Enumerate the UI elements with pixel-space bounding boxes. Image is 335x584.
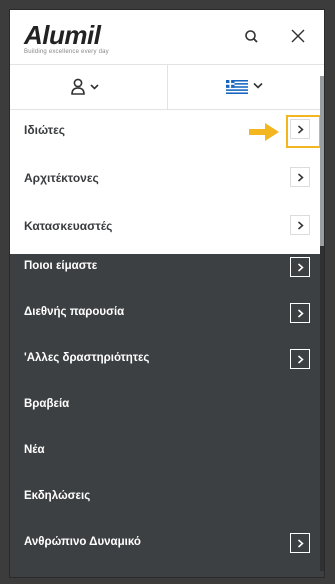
menu-item-architects[interactable]: Αρχιτέκτονες	[10, 158, 324, 202]
submenu-arrow-button[interactable]	[290, 257, 310, 277]
menu-item-human-resources[interactable]: Ανθρώπινο Δυναμικό	[10, 522, 324, 568]
greece-flag-icon	[226, 80, 248, 94]
menu-item-international-presence[interactable]: Διεθνής παρουσία	[10, 292, 324, 338]
menu-item-label: 'Αλλες δραστηριότητες	[24, 352, 150, 364]
menu-item-label: Νέα	[24, 444, 45, 456]
menu-header: Alumil Building excellence every day	[10, 10, 324, 65]
submenu-arrow-button[interactable]	[290, 303, 310, 323]
chevron-right-icon	[298, 355, 304, 364]
close-icon[interactable]	[286, 24, 310, 48]
submenu-arrow-button[interactable]	[290, 533, 310, 553]
chevron-right-icon	[298, 539, 304, 548]
chevron-right-icon	[298, 221, 304, 230]
primary-menu: Ιδιώτες Αρχιτέκτονες Κατασκευαστές	[10, 110, 324, 254]
pointing-arrow-icon	[249, 123, 279, 141]
submenu-arrow-button[interactable]	[290, 349, 310, 369]
menu-item-news[interactable]: Νέα	[10, 430, 324, 476]
logo-text: Alumil	[24, 20, 101, 50]
menu-item-label: Ποιοι είμαστε	[24, 260, 98, 272]
alumil-logo[interactable]: Alumil Building excellence every day	[24, 22, 109, 55]
search-icon[interactable]	[242, 27, 262, 47]
language-dropdown[interactable]	[226, 78, 270, 96]
menu-item-other-activities[interactable]: 'Αλλες δραστηριότητες	[10, 338, 324, 384]
account-language-bar	[10, 65, 324, 110]
menu-item-awards[interactable]: Βραβεία	[10, 384, 324, 430]
logo-tagline: Building excellence every day	[24, 49, 109, 55]
menu-item-label: Αρχιτέκτονες	[24, 171, 99, 185]
divider	[167, 65, 168, 109]
menu-item-individuals[interactable]: Ιδιώτες	[10, 110, 324, 154]
scrollbar-thumb[interactable]	[320, 76, 324, 246]
menu-item-label: Κατασκευαστές	[24, 219, 113, 233]
submenu-arrow-button[interactable]	[290, 119, 310, 139]
menu-item-manufacturers[interactable]: Κατασκευαστές	[10, 206, 324, 250]
mobile-menu-panel: Alumil Building excellence every day Ιδι…	[10, 10, 324, 577]
chevron-right-icon	[298, 173, 304, 182]
menu-item-label: Ανθρώπινο Δυναμικό	[24, 536, 141, 548]
chevron-right-icon	[298, 263, 304, 272]
menu-item-label: Βραβεία	[24, 398, 70, 410]
menu-item-label: Διεθνής παρουσία	[24, 306, 125, 318]
user-icon	[71, 78, 99, 95]
user-account-dropdown[interactable]	[70, 77, 110, 97]
chevron-down-icon	[253, 82, 263, 89]
menu-item-about-us[interactable]: Ποιοι είμαστε	[10, 246, 324, 292]
submenu-arrow-button[interactable]	[290, 167, 310, 187]
submenu-arrow-button[interactable]	[290, 215, 310, 235]
menu-item-label: Εκδηλώσεις	[24, 490, 91, 502]
menu-item-label: Ιδιώτες	[24, 123, 66, 137]
menu-item-events[interactable]: Εκδηλώσεις	[10, 476, 324, 522]
chevron-right-icon	[298, 309, 304, 318]
chevron-right-icon	[298, 125, 304, 134]
